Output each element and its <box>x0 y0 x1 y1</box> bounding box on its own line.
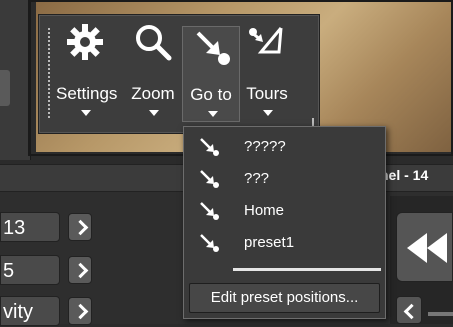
chevron-left-icon <box>403 303 420 320</box>
edit-preset-positions-button[interactable]: Edit preset positions... <box>189 283 380 313</box>
next-button-1[interactable] <box>68 213 92 241</box>
channel-title: nel - 14 <box>380 167 429 183</box>
chevron-down-icon <box>263 110 273 116</box>
zoom-button[interactable]: Zoom <box>124 14 182 118</box>
chevron-down-icon <box>81 110 91 116</box>
zoom-label: Zoom <box>131 84 175 103</box>
chevron-down-icon <box>208 111 218 117</box>
chevron-right-icon <box>72 219 89 236</box>
menu-item-preset1[interactable]: preset1 <box>184 228 385 258</box>
menu-item-home[interactable]: Home <box>184 196 385 226</box>
rewind-icon <box>407 233 447 263</box>
preset-arrow-icon <box>200 202 219 220</box>
tours-button[interactable]: Tours <box>238 14 296 118</box>
collapse-tab[interactable] <box>0 70 10 106</box>
goto-arrow-icon <box>196 31 230 65</box>
preset-arrow-icon <box>200 234 219 252</box>
playback-slider[interactable] <box>428 312 453 316</box>
menu-item-preset[interactable]: ????? <box>184 132 385 162</box>
rewind-button[interactable] <box>396 212 453 282</box>
menu-item-preset[interactable]: ??? <box>184 164 385 194</box>
next-button-2[interactable] <box>68 256 92 284</box>
menu-separator <box>233 268 381 271</box>
gear-icon <box>67 24 103 60</box>
toolbar-grip[interactable] <box>48 28 52 118</box>
menu-item-label: ??? <box>244 170 270 187</box>
left-field-2[interactable]: 5 <box>0 255 60 285</box>
chevron-right-icon <box>72 262 89 279</box>
left-side-panel <box>0 0 31 160</box>
previous-button[interactable] <box>396 296 422 324</box>
preset-arrow-icon <box>200 170 219 188</box>
next-button-3[interactable] <box>68 297 92 325</box>
menu-item-label: preset1 <box>244 234 295 251</box>
chevron-right-icon <box>72 303 89 320</box>
chevron-down-icon <box>149 110 159 116</box>
settings-button[interactable]: Settings <box>56 14 118 118</box>
tours-path-icon <box>249 27 283 54</box>
goto-label: Go to <box>190 85 232 104</box>
magnifier-icon <box>136 25 172 61</box>
settings-label: Settings <box>56 84 118 103</box>
preset-arrow-icon <box>200 138 219 156</box>
left-field-1[interactable]: 13 <box>0 212 60 242</box>
goto-button[interactable]: Go to <box>182 26 240 122</box>
tours-label: Tours <box>246 84 288 103</box>
menu-item-label: Home <box>244 202 285 219</box>
menu-item-label: ????? <box>244 138 286 155</box>
left-field-3[interactable]: vity <box>0 296 60 326</box>
